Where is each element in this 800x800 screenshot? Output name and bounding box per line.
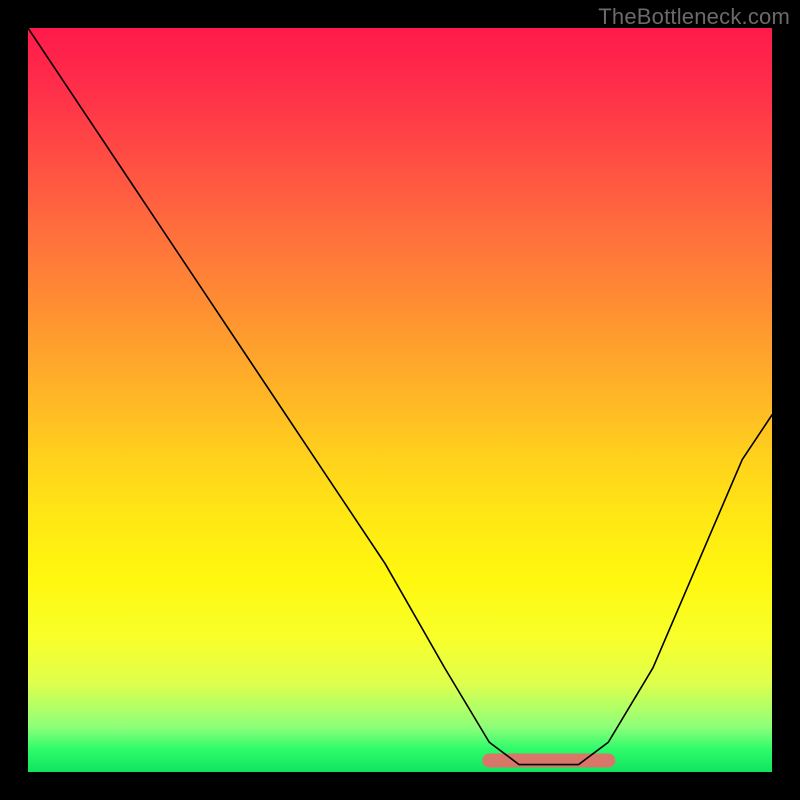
curve-svg [28,28,772,772]
watermark-text: TheBottleneck.com [598,4,790,30]
bottleneck-curve-path [28,28,772,765]
plot-area [28,28,772,772]
chart-frame: TheBottleneck.com [0,0,800,800]
